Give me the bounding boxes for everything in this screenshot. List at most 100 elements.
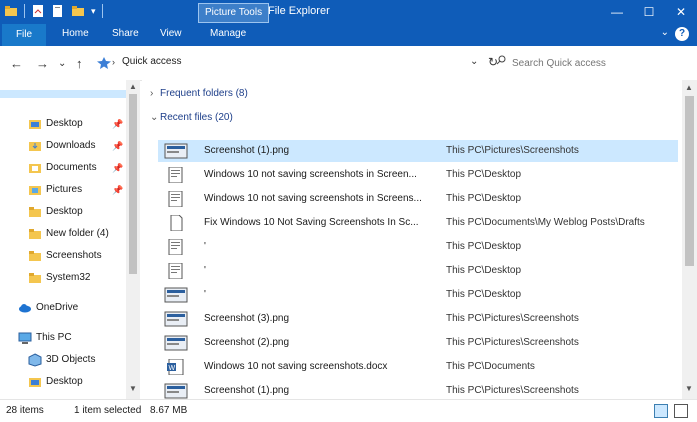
sidebar-item-onedrive[interactable]: OneDrive [0, 298, 126, 318]
tab-share[interactable]: Share [112, 28, 139, 39]
scroll-up-icon[interactable]: ▲ [129, 82, 137, 91]
document-thumbnail-icon [164, 166, 188, 184]
window-title: File Explorer [268, 5, 330, 17]
sidebar-item-documents[interactable]: Documents 📌 [0, 158, 126, 178]
file-row[interactable]: ' This PC\Desktop [158, 260, 678, 282]
quick-access-header[interactable] [0, 90, 126, 98]
folder-icon [29, 207, 41, 217]
file-location: This PC\Pictures\Screenshots [446, 145, 579, 156]
file-location: This PC\Pictures\Screenshots [446, 313, 579, 324]
pin-icon[interactable]: 📌 [112, 114, 123, 134]
forward-button[interactable]: → [36, 56, 49, 71]
scrollbar-thumb[interactable] [129, 94, 137, 274]
tab-manage[interactable]: Manage [210, 28, 246, 39]
sidebar-item-pictures[interactable]: Pictures 📌 [0, 180, 126, 200]
breadcrumb[interactable]: Quick access [122, 56, 181, 67]
search-icon [496, 55, 506, 65]
tab-home[interactable]: Home [62, 28, 89, 39]
status-bar: 28 items 1 item selected 8.67 MB [0, 399, 697, 422]
folder-icon [29, 251, 41, 261]
desktop-folder-icon [29, 120, 41, 129]
file-name: Screenshot (1).png [204, 145, 290, 156]
sidebar-item-label: OneDrive [36, 302, 79, 313]
qat-divider [24, 4, 25, 18]
properties-icon[interactable] [31, 4, 45, 18]
title-bar: ▾ Picture Tools File Explorer — ☐ ✕ [0, 0, 697, 24]
help-icon[interactable]: ? [675, 27, 689, 41]
selection-count: 1 item selected [74, 405, 142, 416]
scroll-down-icon[interactable]: ▼ [685, 384, 693, 393]
close-button[interactable]: ✕ [665, 0, 697, 24]
file-row[interactable]: W Windows 10 not saving screenshots.docx T… [158, 356, 678, 378]
ribbon-expand-icon[interactable]: ⌄ [661, 27, 669, 38]
file-row[interactable]: Windows 10 not saving screenshots in Scr… [158, 164, 678, 186]
sidebar-item-this-pc[interactable]: This PC [0, 328, 126, 348]
sidebar-item-desktop-2[interactable]: Desktop [0, 202, 126, 222]
sidebar-item-system32[interactable]: System32 [0, 268, 126, 288]
quick-access-star-icon [97, 57, 111, 69]
file-row[interactable]: ' This PC\Desktop [158, 236, 678, 258]
search-input[interactable] [510, 54, 694, 72]
pin-icon[interactable]: 📌 [112, 158, 123, 178]
up-button[interactable]: ↑ [76, 56, 83, 71]
sidebar-item-label: 3D Objects [46, 354, 96, 365]
sidebar-item-label: Downloads [46, 140, 96, 151]
file-location: This PC\Pictures\Screenshots [446, 337, 579, 348]
scrollbar-thumb[interactable] [685, 96, 694, 266]
sidebar-item-desktop-pc[interactable]: Desktop [0, 372, 126, 392]
back-button[interactable]: ← [10, 56, 23, 71]
sidebar-item-screenshots[interactable]: Screenshots [0, 246, 126, 266]
sidebar-item-downloads[interactable]: Downloads 📌 [0, 136, 126, 156]
scroll-up-icon[interactable]: ▲ [685, 83, 693, 92]
group-label: Frequent folders (8) [160, 88, 248, 99]
file-name: Windows 10 not saving screenshots in Scr… [204, 169, 417, 180]
file-name: Screenshot (3).png [204, 313, 290, 324]
chevron-right-icon[interactable]: › [150, 88, 160, 99]
qat-divider [101, 4, 103, 18]
file-row[interactable]: Windows 10 not saving screenshots in Scr… [158, 188, 678, 210]
sidebar-item-desktop[interactable]: Desktop 📌 [0, 114, 126, 134]
file-location: This PC\Desktop [446, 241, 522, 252]
blank-document-icon [164, 214, 188, 232]
pin-icon[interactable]: 📌 [112, 180, 123, 200]
file-row[interactable]: Fix Windows 10 Not Saving Screenshots In… [158, 212, 678, 234]
tab-view[interactable]: View [160, 28, 182, 39]
sidebar-item-3d-objects[interactable]: 3D Objects [0, 350, 126, 370]
recent-locations-button[interactable]: ⌄ [58, 58, 66, 69]
image-thumbnail-icon [164, 143, 188, 159]
address-bar: ← → ⌄ ↑ › Quick access ⌄ ↻ [0, 46, 697, 81]
qat-customize-icon[interactable]: ▾ [91, 6, 96, 17]
large-icons-view-icon[interactable] [674, 404, 688, 418]
group-recent-files[interactable]: ⌄ Recent files (20) [150, 112, 233, 123]
scroll-down-icon[interactable]: ▼ [129, 384, 137, 393]
file-row[interactable]: ' This PC\Desktop [158, 284, 678, 306]
file-row[interactable]: Screenshot (1).png This PC\Pictures\Scree… [158, 140, 678, 162]
maximize-button[interactable]: ☐ [633, 0, 665, 24]
file-location: This PC\Desktop [446, 265, 522, 276]
document-thumbnail-icon [164, 238, 188, 256]
sidebar-scrollbar[interactable]: ▲ ▼ [126, 80, 140, 399]
folder-qat-icon[interactable] [71, 4, 85, 18]
pin-icon[interactable]: 📌 [112, 136, 123, 156]
file-list-scrollbar[interactable]: ▲ ▼ [682, 80, 697, 399]
file-name: Windows 10 not saving screenshots in Scr… [204, 193, 422, 204]
tab-file[interactable]: File [2, 24, 46, 46]
new-folder-icon[interactable] [51, 4, 65, 18]
3d-objects-icon [28, 353, 42, 367]
details-view-icon[interactable] [654, 404, 668, 418]
address-dropdown-icon[interactable]: ⌄ [470, 56, 478, 67]
breadcrumb-separator-icon: › [112, 57, 115, 67]
sidebar-item-new-folder-4[interactable]: New folder (4) [0, 224, 126, 244]
app-folder-icon[interactable] [4, 4, 18, 18]
file-row[interactable]: Screenshot (2).png This PC\Pictures\Scree… [158, 332, 678, 354]
sidebar-item-label: Screenshots [46, 250, 102, 261]
item-count: 28 items [6, 405, 44, 416]
image-thumbnail-icon [164, 287, 188, 303]
file-location: This PC\Documents [446, 361, 535, 372]
chevron-down-icon[interactable]: ⌄ [150, 112, 160, 123]
file-location: This PC\Desktop [446, 289, 522, 300]
file-row[interactable]: Screenshot (3).png This PC\Pictures\Scree… [158, 308, 678, 330]
minimize-button[interactable]: — [601, 0, 633, 24]
group-frequent-folders[interactable]: › Frequent folders (8) [150, 88, 248, 99]
file-name: ' [204, 241, 206, 252]
